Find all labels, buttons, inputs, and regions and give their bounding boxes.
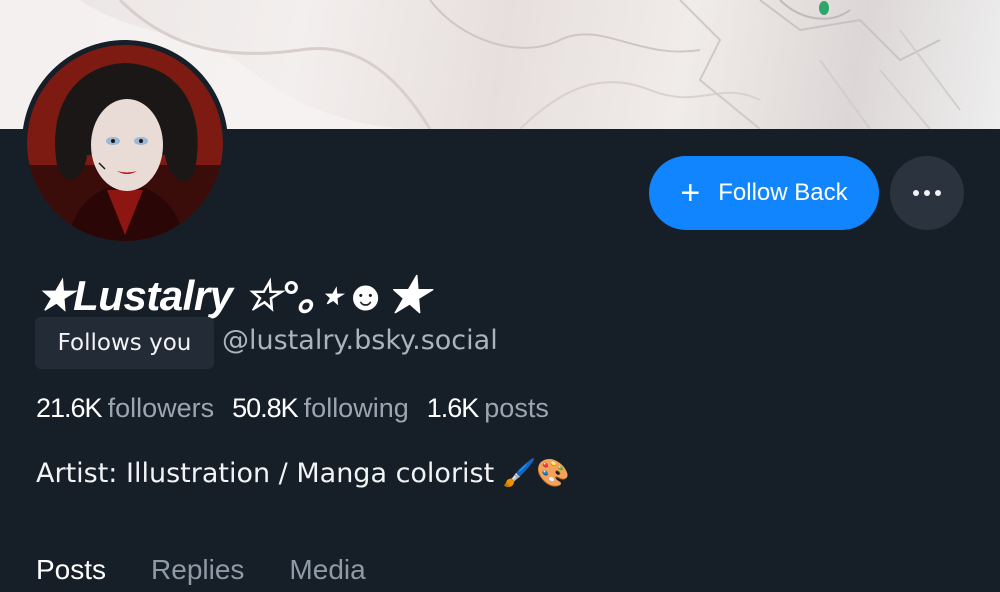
profile-tabs: Posts Replies Media bbox=[36, 554, 366, 586]
tab-posts[interactable]: Posts bbox=[36, 554, 106, 586]
ellipsis-icon bbox=[913, 190, 919, 196]
plus-icon: + bbox=[680, 174, 701, 212]
posts-label: posts bbox=[484, 393, 549, 423]
follow-back-button[interactable]: + Follow Back bbox=[649, 156, 879, 230]
tab-media[interactable]: Media bbox=[289, 554, 365, 586]
following-count[interactable]: 50.8K bbox=[232, 393, 299, 423]
followers-label[interactable]: followers bbox=[108, 393, 215, 423]
followers-count[interactable]: 21.6K bbox=[36, 393, 103, 423]
avatar-portrait bbox=[27, 45, 223, 241]
display-name: ★Lustalry ☆°｡⋆☻★ bbox=[36, 272, 429, 319]
following-label[interactable]: following bbox=[304, 393, 409, 423]
follow-back-label: Follow Back bbox=[718, 179, 848, 206]
handle: @lustalry.bsky.social bbox=[222, 325, 498, 356]
follows-you-badge: Follows you bbox=[35, 317, 214, 369]
bio: Artist: Illustration / Manga colorist 🖌️… bbox=[36, 458, 571, 489]
avatar[interactable] bbox=[22, 40, 228, 246]
posts-count: 1.6K bbox=[426, 393, 480, 423]
tab-replies[interactable]: Replies bbox=[151, 554, 244, 586]
profile-stats: 21.6K followers 50.8K following 1.6K posts bbox=[36, 393, 567, 424]
more-options-button[interactable] bbox=[890, 156, 964, 230]
